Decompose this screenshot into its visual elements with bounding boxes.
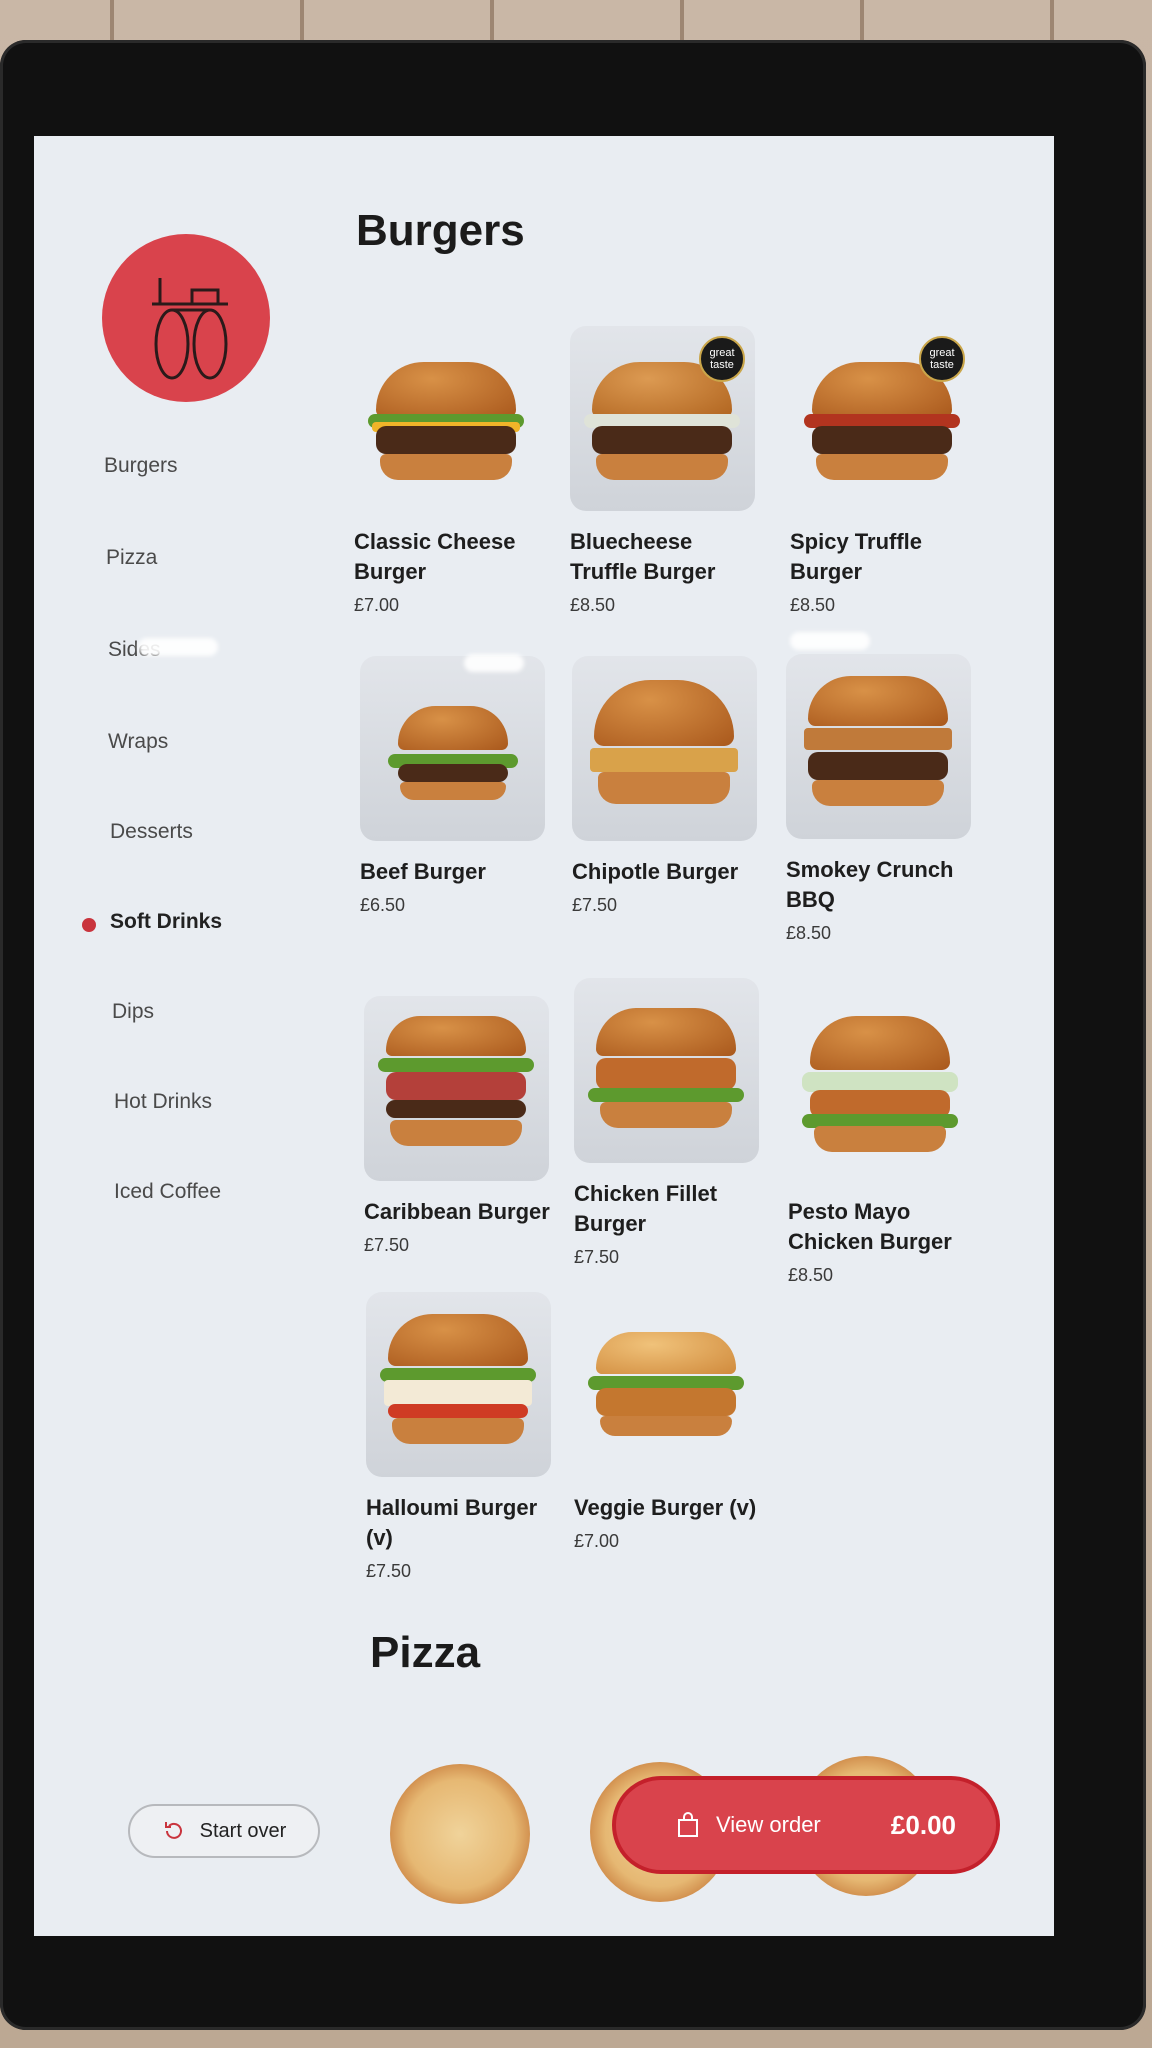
item-name: Smokey Crunch BBQ — [786, 857, 954, 912]
menu-item-card[interactable]: Veggie Burger (v) £7.00 — [574, 1292, 769, 1552]
burger-image — [366, 1292, 551, 1477]
menu-item-card[interactable]: Chicken Fillet Burger £7.50 — [574, 978, 769, 1268]
sidebar-item-soft-drinks[interactable]: Soft Drinks — [110, 910, 222, 934]
restart-icon — [164, 1822, 182, 1839]
item-price: £7.50 — [366, 1561, 412, 1581]
item-price: £8.50 — [786, 923, 832, 943]
view-order-button[interactable]: View order £0.00 — [612, 1776, 1000, 1874]
active-indicator-dot — [82, 918, 96, 932]
sidebar-item-burgers[interactable]: Burgers — [104, 454, 178, 478]
sidebar-item-pizza[interactable]: Pizza — [106, 546, 157, 570]
screen-glare — [138, 638, 218, 656]
great-taste-award-badge: great taste — [919, 336, 965, 382]
menu-item-card[interactable]: great taste Spicy Truffle Burger £8.50 — [790, 326, 985, 616]
burger-image: great taste — [570, 326, 755, 511]
item-price: £8.50 — [570, 595, 616, 615]
burger-image — [788, 996, 973, 1181]
item-price: £6.50 — [360, 895, 406, 915]
menu-item-card[interactable]: Beef Burger £6.50 — [360, 656, 555, 916]
burger-image — [364, 996, 549, 1181]
bicycle-logo — [102, 234, 270, 402]
item-price: £8.50 — [788, 1265, 834, 1285]
item-price: £7.50 — [574, 1247, 620, 1267]
item-name: Classic Cheese Burger — [354, 529, 516, 584]
screen-glare — [464, 654, 524, 672]
burger-image — [354, 326, 539, 511]
item-price: £7.50 — [572, 895, 618, 915]
menu-item-card[interactable]: Smokey Crunch BBQ £8.50 — [786, 654, 981, 944]
pizza-image[interactable] — [390, 1764, 530, 1904]
bicycle-icon — [152, 278, 228, 380]
burger-image: great taste — [790, 326, 975, 511]
item-name: Caribbean Burger — [364, 1199, 550, 1224]
order-total: £0.00 — [890, 1809, 956, 1840]
burger-image — [574, 978, 759, 1163]
menu-item-card[interactable]: Chipotle Burger £7.50 — [572, 656, 767, 916]
burger-image — [360, 656, 545, 841]
kiosk-screen: Burgers Pizza Sides Wraps Desserts Soft … — [34, 136, 1054, 1936]
item-name: Chipotle Burger — [572, 859, 739, 884]
sidebar-item-dips[interactable]: Dips — [112, 1000, 154, 1024]
menu-item-card[interactable]: Pesto Mayo Chicken Burger £8.50 — [788, 996, 983, 1286]
item-name: Beef Burger — [360, 859, 486, 884]
item-price: £7.50 — [364, 1235, 410, 1255]
item-name: Pesto Mayo Chicken Burger — [788, 1199, 952, 1254]
shopping-bag-icon — [678, 1812, 698, 1837]
sidebar-item-hot-drinks[interactable]: Hot Drinks — [114, 1090, 212, 1114]
item-price: £7.00 — [574, 1531, 620, 1551]
sidebar-item-iced-coffee[interactable]: Iced Coffee — [114, 1180, 221, 1204]
great-taste-award-badge: great taste — [699, 336, 745, 382]
section-title-burgers: Burgers — [356, 206, 525, 255]
burger-image — [574, 1292, 759, 1477]
menu-item-card[interactable]: Halloumi Burger (v) £7.50 — [366, 1292, 561, 1582]
item-price: £7.00 — [354, 595, 400, 615]
sidebar-item-desserts[interactable]: Desserts — [110, 820, 193, 844]
start-over-label: Start over — [199, 1819, 287, 1842]
item-name: Spicy Truffle Burger — [790, 529, 923, 584]
menu-item-card[interactable]: great taste Bluecheese Truffle Burger £8… — [570, 326, 765, 616]
view-order-label: View order — [716, 1812, 821, 1837]
item-name: Halloumi Burger (v) — [366, 1495, 538, 1550]
menu-item-card[interactable]: Caribbean Burger £7.50 — [364, 996, 559, 1256]
burger-image — [786, 654, 971, 839]
item-name: Veggie Burger (v) — [574, 1495, 757, 1520]
start-over-button[interactable]: Start over — [128, 1804, 320, 1858]
item-price: £8.50 — [790, 595, 836, 615]
sidebar-item-wraps[interactable]: Wraps — [108, 730, 168, 754]
section-title-pizza: Pizza — [370, 1628, 481, 1677]
menu-item-card[interactable]: Classic Cheese Burger £7.00 — [354, 326, 549, 616]
item-name: Chicken Fillet Burger — [574, 1181, 718, 1236]
screen-glare — [790, 632, 870, 650]
item-name: Bluecheese Truffle Burger — [570, 529, 716, 584]
burger-image — [572, 656, 757, 841]
